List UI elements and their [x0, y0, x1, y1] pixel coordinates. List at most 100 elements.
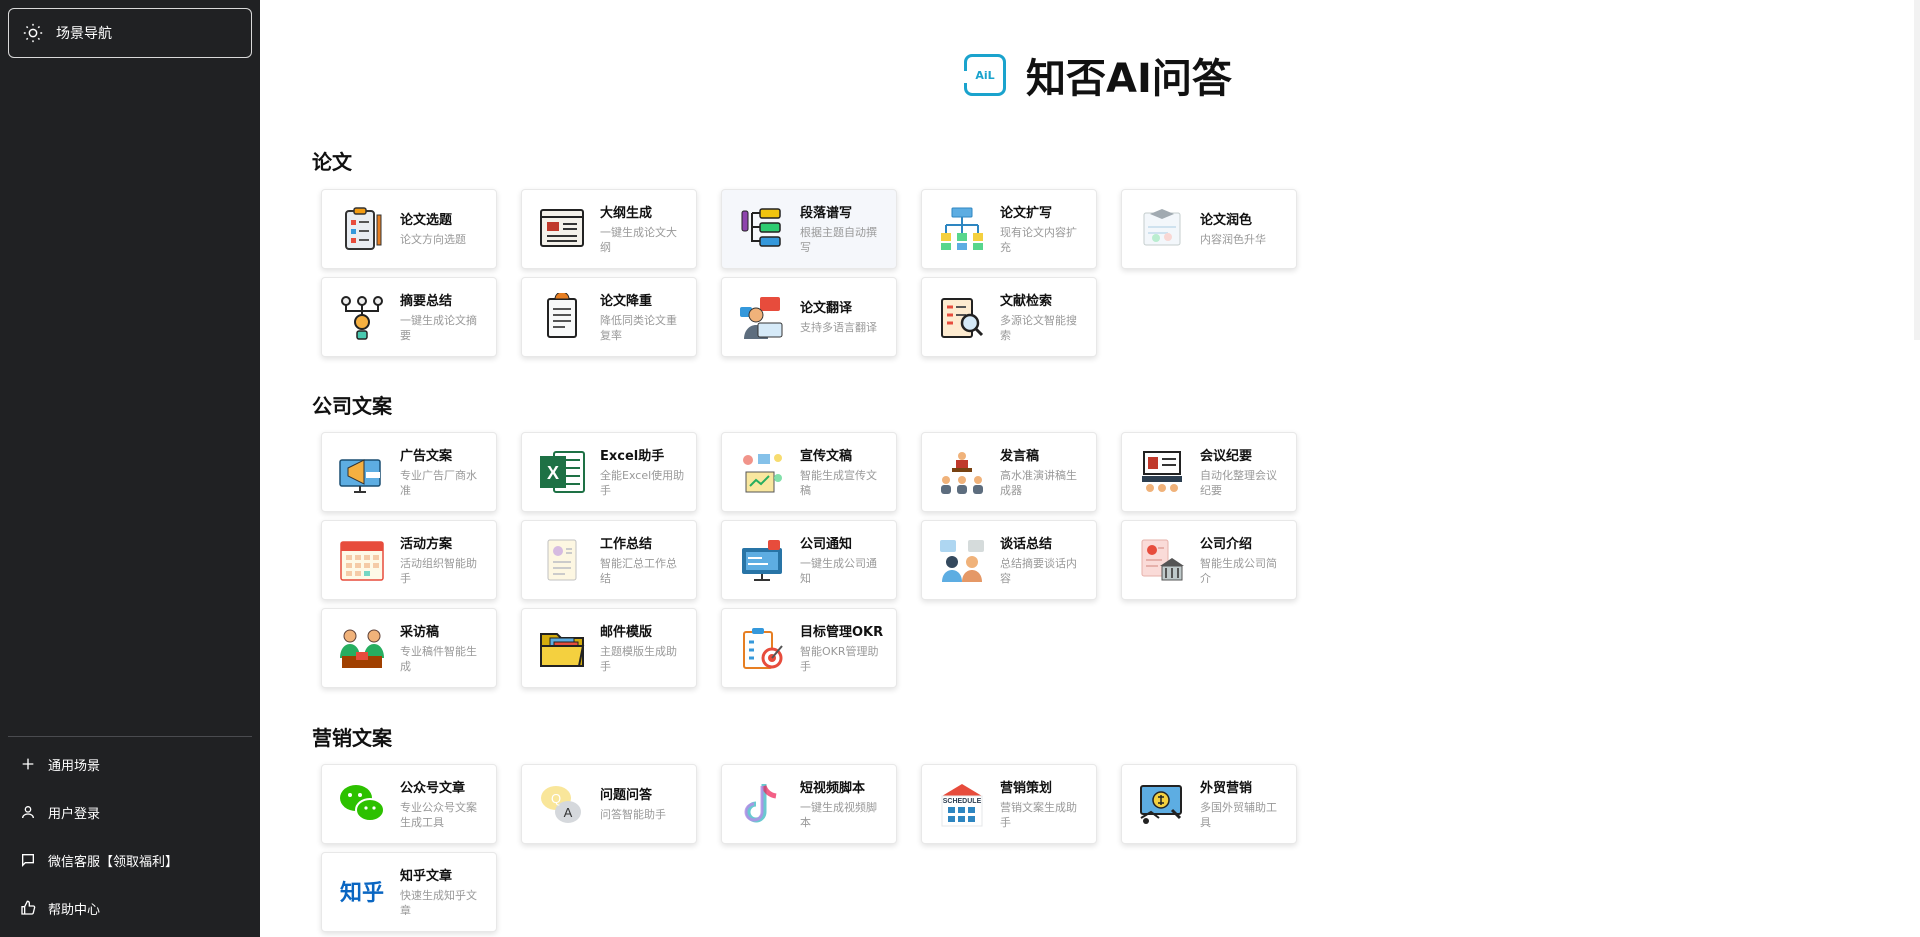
- card-desc: 一键生成视频脚本: [800, 800, 877, 829]
- tool-card[interactable]: 论文降重 降低同类论文重复率: [521, 277, 697, 357]
- card-desc: 智能OKR管理助手: [800, 644, 879, 673]
- section-title-company: 公司文案: [312, 394, 392, 418]
- card-name: 发言稿: [1000, 448, 1040, 464]
- card-name: 采访稿: [400, 624, 440, 640]
- tool-card[interactable]: 短视频脚本 一键生成视频脚本: [721, 764, 897, 844]
- tool-card[interactable]: 论文翻译支持多语言翻译: [721, 277, 897, 357]
- card-desc: 快速生成知乎文章: [400, 888, 477, 917]
- tool-card[interactable]: 知乎 知乎文章 快速生成知乎文章: [321, 852, 497, 932]
- sidebar-item-label: 微信客服【领取福利】: [48, 854, 179, 870]
- card-name: 公众号文章: [400, 780, 466, 796]
- tool-card[interactable]: 外贸营销 多国外贸辅助工具: [1121, 764, 1297, 844]
- card-name: 营销策划: [1000, 780, 1053, 796]
- card-name: Excel助手: [600, 448, 665, 464]
- tool-card[interactable]: 采访稿 专业稿件智能生成: [321, 608, 497, 688]
- scene-nav-button[interactable]: 场景导航: [8, 8, 252, 58]
- page-title: 知否AI问答: [1026, 56, 1232, 102]
- card-name: 广告文案: [400, 448, 453, 464]
- tool-card[interactable]: 邮件模版主题模版生成助手: [521, 608, 697, 688]
- tool-card[interactable]: X Excel助手全能Excel使用助手: [521, 432, 697, 512]
- expand-icon: [938, 205, 986, 253]
- scene-nav-label: 场景导航: [56, 26, 112, 42]
- polish-icon: [1138, 205, 1186, 253]
- tool-card[interactable]: 公众号文章专业公众号文案生成工具: [321, 764, 497, 844]
- sidebar-item-help-center[interactable]: 帮助中心: [8, 884, 252, 932]
- tool-card[interactable]: 会议纪要 自动化整理会议纪要: [1121, 432, 1297, 512]
- plus-icon: [22, 758, 34, 770]
- card-name: 问题问答: [600, 788, 653, 803]
- card-desc: 自动化整理会议纪要: [1200, 468, 1277, 497]
- user-icon: [22, 806, 34, 819]
- card-grid-company: 广告文案 专业广告厂商水准 X Excel助手 全能Excel使用助手 宣传文稿 智能…: [321, 432, 1297, 688]
- card-name: 论文润色: [1200, 213, 1253, 228]
- company-icon: [1138, 536, 1186, 584]
- speech-icon: [938, 448, 986, 496]
- tool-card[interactable]: 文献检索 多源论文智能搜索: [921, 277, 1097, 357]
- zhihu-icon: 知乎: [338, 868, 386, 916]
- sidebar-menu: 通用场景 用户登录 微信客服【领取福利】 帮助中心: [8, 740, 252, 932]
- sidebar-item-wechat-support[interactable]: 微信客服【领取福利】: [8, 836, 252, 884]
- wechat-icon: [338, 780, 386, 828]
- card-grid-paper: 论文选题 论文方向选题 大纲生成 一键生成论文大纲 段落谱写 根据主题自动撰写 论文扩…: [321, 189, 1297, 357]
- trade-icon: [1138, 780, 1186, 828]
- translate-icon: [738, 293, 786, 341]
- sidebar-item-user-login[interactable]: 用户登录: [8, 788, 252, 836]
- tool-card[interactable]: 公司通知 一键生成公司通知: [721, 520, 897, 600]
- card-name: 活动方案: [400, 536, 453, 552]
- card-desc: 问答智能助手: [600, 808, 666, 821]
- card-name: 论文降重: [600, 293, 653, 309]
- thumb-up-icon: [21, 900, 36, 915]
- tool-card[interactable]: 段落谱写 根据主题自动撰写: [721, 189, 897, 269]
- notice-icon: [738, 536, 786, 584]
- card-name: 工作总结: [600, 536, 653, 552]
- tool-card[interactable]: 论文选题 论文方向选题: [321, 189, 497, 269]
- card-name: 论文翻译: [800, 301, 853, 316]
- card-desc: 论文方向选题: [400, 233, 466, 246]
- section-title-marketing: 营销文案: [312, 726, 392, 750]
- card-name: 公司通知: [800, 536, 853, 552]
- document-icon: [538, 293, 586, 341]
- tool-card[interactable]: 活动方案 活动组织智能助手: [321, 520, 497, 600]
- tool-card[interactable]: 论文扩写 现有论文内容扩充: [921, 189, 1097, 269]
- tool-card[interactable]: SCHEDULE 营销策划 营销文案生成助手: [921, 764, 1097, 844]
- tool-card[interactable]: 谈话总结 总结摘要谈话内容: [921, 520, 1097, 600]
- excel-icon-text: X: [547, 463, 559, 483]
- card-name: 邮件模版: [600, 624, 653, 640]
- card-desc: 多国外贸辅助工具: [1200, 800, 1277, 829]
- card-desc: 专业公众号文案生成工具: [400, 800, 477, 829]
- qa-icon-a: A: [564, 805, 573, 820]
- folder-icon: [538, 624, 586, 672]
- scrollbar[interactable]: [1914, 0, 1920, 340]
- card-desc: 智能汇总工作总结: [600, 556, 677, 585]
- conversation-icon: [938, 536, 986, 584]
- tool-card[interactable]: 公司介绍 智能生成公司简介: [1121, 520, 1297, 600]
- calendar-icon: [338, 536, 386, 584]
- card-desc: 支持多语言翻译: [800, 321, 877, 334]
- card-desc: 全能Excel使用助手: [600, 468, 685, 497]
- paragraph-icon: [738, 205, 786, 253]
- tool-card[interactable]: 目标管理OKR 智能OKR管理助手: [721, 608, 897, 688]
- card-desc: 专业广告厂商水准: [400, 468, 477, 497]
- search-document-icon: [938, 293, 986, 341]
- tool-card[interactable]: 工作总结智能汇总工作总结: [521, 520, 697, 600]
- promo-icon: [738, 448, 786, 496]
- tool-card[interactable]: 广告文案专业广告厂商水准: [321, 432, 497, 512]
- tool-card[interactable]: QA 问题问答问答智能助手: [521, 764, 697, 844]
- card-desc: 主题模版生成助手: [600, 644, 677, 673]
- card-desc: 高水准演讲稿生成器: [1000, 468, 1077, 497]
- work-summary-icon: [538, 536, 586, 584]
- tool-card[interactable]: 摘要总结 一键生成论文摘要: [321, 277, 497, 357]
- qa-icon: QA: [538, 780, 586, 828]
- tool-card[interactable]: 论文润色内容润色升华: [1121, 189, 1297, 269]
- sidebar-item-general-scenes[interactable]: 通用场景: [8, 740, 252, 788]
- tool-card[interactable]: 大纲生成 一键生成论文大纲: [521, 189, 697, 269]
- summary-icon: [338, 293, 386, 341]
- app-logo: AiL: [961, 54, 1006, 96]
- card-name: 宣传文稿: [800, 448, 853, 464]
- main-content: AiL 知否AI问答 论文 论文选题 论文方向选题 大纲生成 一键生成论文大纲 段落…: [260, 0, 1920, 937]
- card-desc: 内容润色升华: [1200, 233, 1266, 246]
- card-desc: 一键生成论文大纲: [600, 225, 677, 254]
- chat-icon: [22, 854, 34, 867]
- tool-card[interactable]: 发言稿高水准演讲稿生成器: [921, 432, 1097, 512]
- tool-card[interactable]: 宣传文稿 智能生成宣传文稿: [721, 432, 897, 512]
